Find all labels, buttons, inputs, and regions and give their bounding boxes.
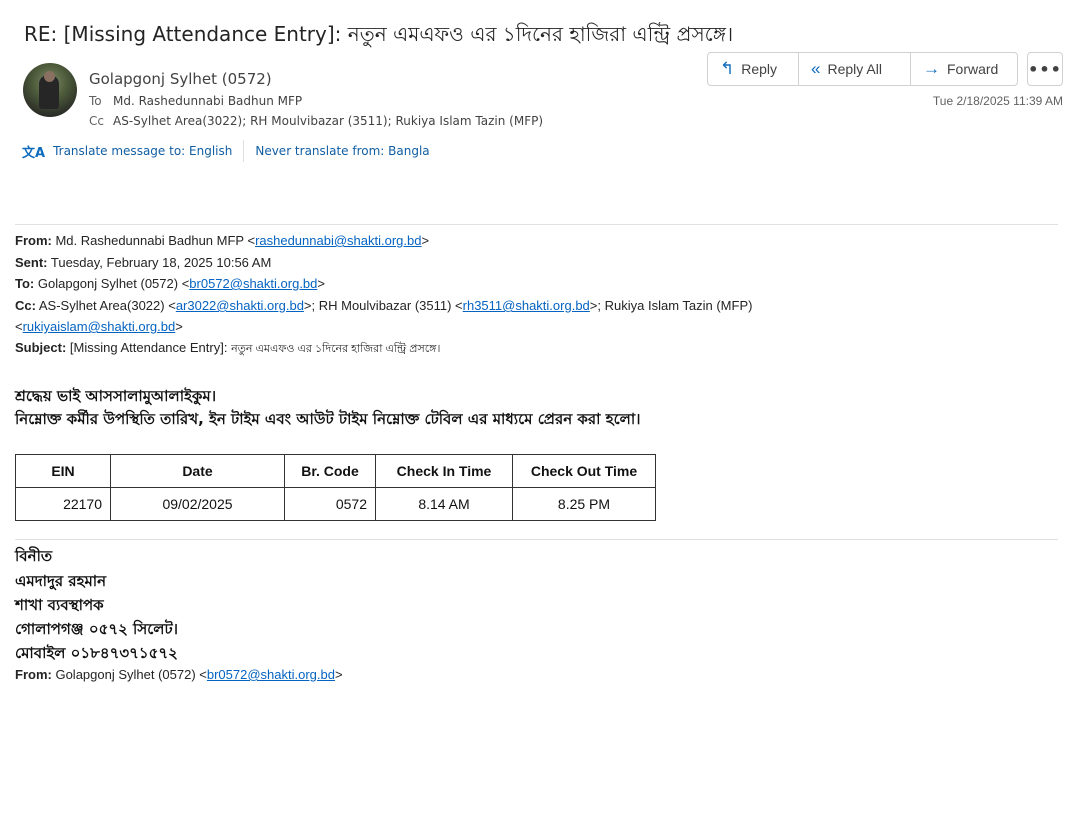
quoted-from-label: From: [15,233,52,248]
reply-button[interactable]: ↰ Reply [707,52,799,86]
quoted-sent-date: Tuesday, February 18, 2025 10:56 AM [50,255,272,270]
body-greeting: শ্রদ্ধেয় ভাই আসসালামুআলাইকুম। [15,387,217,405]
message-actions: ↰ Reply « Reply All → Forward [707,52,1018,86]
quoted-to: To: Golapgonj Sylhet (0572) <br0572@shak… [15,276,325,291]
translate-bar: 文A Translate message to: English Never t… [22,140,430,162]
header-check-out: Check Out Time [512,454,656,488]
quoted-subject: Subject: [Missing Attendance Entry]: নতু… [15,340,440,359]
reply-all-button[interactable]: « Reply All [799,52,911,86]
quoted-from-name: Md. Rashedunnabi Badhun MFP < [55,233,256,248]
quoted-cc-2-email[interactable]: rh3511@shakti.org.bd [463,298,590,313]
reply-all-label: Reply All [827,61,882,77]
to-line: To Md. Rashedunnabi Badhun MFP [89,94,302,108]
divider [15,224,1058,225]
reply-label: Reply [741,61,778,77]
cc-line: Cc AS-Sylhet Area(3022); RH Moulvibazar (… [89,114,543,128]
quoted-sent: Sent: Tuesday, February 18, 2025 10:56 A… [15,255,271,270]
cc-label: Cc [89,114,104,128]
avatar-head [44,71,55,82]
cell-br-code: 0572 [284,487,376,521]
more-actions-button[interactable]: ••• [1027,52,1063,86]
translate-divider [243,140,245,162]
cell-date: 09/02/2025 [110,487,285,521]
email-subject: RE: [Missing Attendance Entry]: নতুন এমএ… [24,22,734,46]
header-br-code: Br. Code [284,454,376,488]
forward-button[interactable]: → Forward [911,52,1018,86]
quoted-cc-continued: <rukiyaislam@shakti.org.bd> [15,319,183,334]
quoted-from-email[interactable]: rashedunnabi@shakti.org.bd [255,233,421,248]
cc-recipients[interactable]: AS-Sylhet Area(3022); RH Moulvibazar (35… [113,114,543,128]
header-check-in: Check In Time [375,454,513,488]
quoted2-from-name: Golapgonj Sylhet (0572) < [55,667,207,682]
quoted-subject-bn: নতুন এমএফও এর ১দিনের হাজিরা এন্ট্রি প্রস… [231,343,441,355]
sender-name[interactable]: Golapgonj Sylhet (0572) [89,70,272,88]
quoted-cc-3: >; Rukiya Islam Tazin (MFP) [589,298,753,313]
signature-line-4: গোলাপগঞ্জ ০৫৭২ সিলেট। [15,620,178,638]
quoted-cc-3-email[interactable]: rukiyaislam@shakti.org.bd [23,319,176,334]
reply-all-icon: « [811,59,821,78]
body-line: নিম্নোক্ত কর্মীর উপস্থিতি তারিখ, ইন টাইম… [15,410,641,428]
received-date: Tue 2/18/2025 11:39 AM [932,94,1063,108]
translate-icon: 文A [22,145,46,161]
reply-icon: ↰ [720,59,735,78]
attendance-table: EIN Date Br. Code Check In Time Check Ou… [15,454,656,521]
never-translate-link[interactable]: Never translate from: Bangla [255,144,429,158]
signature-line-2: এমদাদুর রহমান [15,572,107,590]
quoted-cc-1: AS-Sylhet Area(3022) < [38,298,176,313]
forward-label: Forward [947,61,999,77]
forward-icon: → [923,59,940,78]
cell-ein: 22170 [15,487,111,521]
signature-line-5: মোবাইল ০১৮৪৭৩৭১৫৭২ [15,644,178,662]
table-row: 22170 09/02/2025 0572 8.14 AM 8.25 PM [15,487,656,521]
signature-line-3: শাখা ব্যবস্থাপক [15,596,104,614]
cell-check-out: 8.25 PM [512,487,656,521]
quoted-from: From: Md. Rashedunnabi Badhun MFP <rashe… [15,233,430,248]
quoted-subject-en: [Missing Attendance Entry]: [69,340,228,355]
cell-check-in: 8.14 AM [375,487,513,521]
table-header-row: EIN Date Br. Code Check In Time Check Ou… [15,454,656,488]
translate-message-link[interactable]: Translate message to: English [53,144,232,158]
quoted-cc-label: Cc: [15,298,36,313]
quoted-cc-2: >; RH Moulvibazar (3511) < [303,298,463,313]
quoted2-from: From: Golapgonj Sylhet (0572) <br0572@sh… [15,667,343,682]
quoted2-from-email[interactable]: br0572@shakti.org.bd [207,667,335,682]
to-recipients[interactable]: Md. Rashedunnabi Badhun MFP [113,94,302,108]
quoted-cc: Cc: AS-Sylhet Area(3022) <ar3022@shakti.… [15,298,752,313]
signature-line-1: বিনীত [15,547,53,565]
quoted-to-name: Golapgonj Sylhet (0572) < [37,276,190,291]
quoted-to-label: To: [15,276,35,291]
quoted-to-email[interactable]: br0572@shakti.org.bd [189,276,317,291]
quoted2-from-label: From: [15,667,52,682]
quoted-sent-label: Sent: [15,255,48,270]
sender-avatar[interactable] [23,63,77,117]
quoted-cc-1-email[interactable]: ar3022@shakti.org.bd [176,298,304,313]
to-label: To [89,94,102,108]
header-ein: EIN [15,454,111,488]
header-date: Date [110,454,285,488]
quoted-subject-label: Subject: [15,340,67,355]
divider [15,539,1058,540]
